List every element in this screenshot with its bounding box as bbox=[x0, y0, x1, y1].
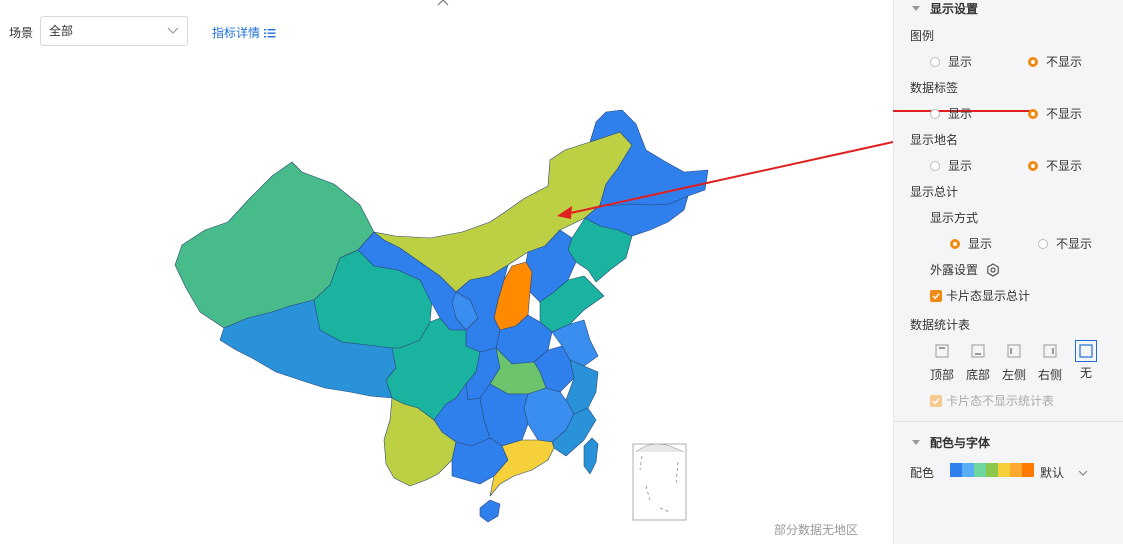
caret-down-icon bbox=[912, 440, 920, 445]
palette-color-6 bbox=[1022, 463, 1034, 477]
data-labels-show-radio[interactable]: 显示 bbox=[930, 105, 972, 122]
place-names-hide-radio[interactable]: 不显示 bbox=[1028, 157, 1082, 174]
stats-pos-bottom[interactable]: 底部 bbox=[961, 344, 995, 383]
layout-bottom-icon bbox=[971, 344, 985, 358]
display-settings-header[interactable]: 显示设置 bbox=[910, 0, 978, 17]
layout-left-icon bbox=[1007, 344, 1021, 358]
exposure-setting: 外露设置 bbox=[930, 261, 1000, 278]
check-icon bbox=[930, 289, 942, 302]
palette-color-3 bbox=[986, 463, 998, 477]
gear-icon[interactable] bbox=[986, 262, 1000, 277]
stats-table-label: 数据统计表 bbox=[910, 318, 971, 332]
total-label: 显示总计 bbox=[910, 185, 959, 199]
stats-pos-right[interactable]: 右侧 bbox=[1033, 344, 1067, 383]
no-region-note: 部分数据无地区 bbox=[774, 523, 859, 537]
layout-right-icon bbox=[1043, 344, 1057, 358]
region-hainan[interactable] bbox=[479, 499, 501, 523]
place-names-label: 显示地名 bbox=[910, 133, 959, 147]
stats-pos-none[interactable]: 无 bbox=[1069, 340, 1103, 381]
chevron-down-icon bbox=[1078, 470, 1088, 476]
layout-top-icon bbox=[935, 344, 949, 358]
palette-color-5 bbox=[1010, 463, 1022, 477]
south-sea-inset bbox=[632, 443, 687, 521]
palette-color-4 bbox=[998, 463, 1010, 477]
check-icon bbox=[930, 394, 942, 407]
palette-swatch[interactable] bbox=[950, 463, 1034, 477]
china-map bbox=[174, 109, 893, 523]
data-labels-hide-radio[interactable]: 不显示 bbox=[1028, 105, 1082, 122]
region-taiwan[interactable] bbox=[583, 437, 599, 475]
total-show-radio[interactable]: 显示 bbox=[950, 235, 992, 252]
palette-color-0 bbox=[950, 463, 962, 477]
caret-down-icon bbox=[912, 6, 920, 11]
palette-color-1 bbox=[962, 463, 974, 477]
legend-hide-radio[interactable]: 不显示 bbox=[1028, 53, 1082, 70]
legend-label: 图例 bbox=[910, 29, 935, 43]
stats-pos-top[interactable]: 顶部 bbox=[925, 344, 959, 383]
total-mode-label: 显示方式 bbox=[930, 211, 979, 225]
stats-pos-left[interactable]: 左侧 bbox=[997, 344, 1031, 383]
panel-divider bbox=[894, 421, 1123, 422]
card-total-checkbox[interactable]: 卡片态显示总计 bbox=[930, 287, 1030, 304]
color-font-header[interactable]: 配色与字体 bbox=[910, 434, 990, 451]
data-labels-label: 数据标签 bbox=[910, 81, 959, 95]
palette-label: 配色 bbox=[910, 466, 935, 480]
layout-none-icon bbox=[1079, 344, 1093, 358]
card-hide-table-checkbox[interactable]: 卡片态不显示统计表 bbox=[930, 392, 1054, 409]
palette-select[interactable]: 默认 bbox=[1040, 464, 1088, 481]
legend-show-radio[interactable]: 显示 bbox=[930, 53, 972, 70]
total-hide-radio[interactable]: 不显示 bbox=[1038, 235, 1092, 252]
place-names-show-radio[interactable]: 显示 bbox=[930, 157, 972, 174]
palette-color-2 bbox=[974, 463, 986, 477]
